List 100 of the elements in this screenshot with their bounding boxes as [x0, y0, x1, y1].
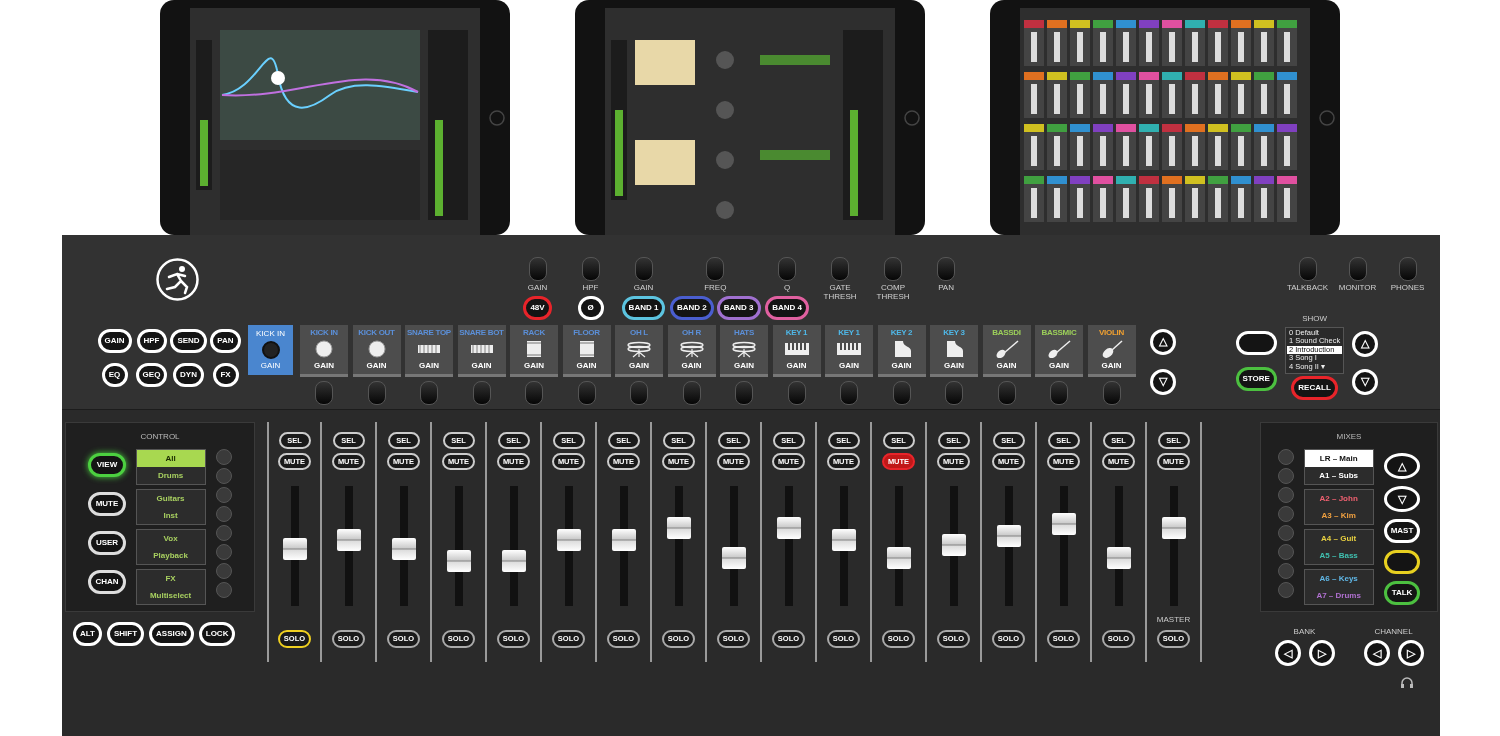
control-button[interactable]: USER	[88, 531, 126, 555]
select-button[interactable]	[1277, 468, 1294, 484]
select-button[interactable]	[1277, 582, 1294, 598]
knob-function-button[interactable]: Ø	[577, 295, 604, 320]
function-button[interactable]: GAIN	[97, 328, 132, 353]
rotary-knob[interactable]	[892, 380, 911, 405]
rotary-knob[interactable]	[528, 257, 547, 281]
select-button[interactable]	[215, 487, 232, 503]
store-button[interactable]: STORE	[1235, 366, 1277, 391]
function-button[interactable]: SEND	[170, 328, 207, 353]
rotary-knob[interactable]	[997, 380, 1016, 405]
select-button[interactable]	[1277, 449, 1294, 465]
function-button[interactable]	[1383, 550, 1421, 574]
control-button[interactable]: VIEW	[88, 453, 126, 477]
down-button[interactable]: ▽	[1149, 368, 1176, 395]
rotary-knob[interactable]	[630, 380, 648, 405]
select-button[interactable]	[215, 468, 232, 484]
select-button[interactable]	[215, 449, 232, 465]
mix-item[interactable]: A6 – Keys	[1304, 570, 1373, 587]
up-button[interactable]: △	[1149, 328, 1176, 355]
knob-function-button[interactable]: 48V	[523, 295, 552, 320]
fader-cap[interactable]	[501, 550, 526, 573]
rotary-knob[interactable]	[1298, 257, 1317, 281]
knob-function-button[interactable]: BAND 4	[765, 295, 809, 320]
control-button[interactable]: MUTE	[88, 492, 126, 516]
mix-item[interactable]: LR – Main	[1304, 450, 1373, 467]
mix-button[interactable]: ▽	[1383, 486, 1421, 512]
select-button[interactable]	[1277, 525, 1294, 541]
fader-cap[interactable]	[1106, 546, 1131, 569]
mix-button[interactable]: MAST	[1383, 519, 1421, 543]
group-item[interactable]: Inst	[136, 507, 205, 524]
fader-cap[interactable]	[1051, 512, 1076, 535]
function-button[interactable]: DYN	[173, 362, 204, 387]
rotary-knob[interactable]	[367, 380, 386, 405]
rotary-knob[interactable]	[1050, 380, 1068, 405]
mix-item[interactable]: A1 – Subs	[1304, 467, 1373, 484]
select-button[interactable]	[215, 582, 232, 598]
rotary-knob[interactable]	[840, 380, 858, 405]
function-button[interactable]: EQ	[101, 362, 128, 387]
rotary-knob[interactable]	[787, 380, 806, 405]
show-button[interactable]	[1235, 330, 1277, 355]
function-button[interactable]: FX	[212, 362, 239, 387]
rotary-knob[interactable]	[420, 380, 438, 405]
up-button[interactable]: △	[1352, 330, 1379, 357]
group-item[interactable]: Vox	[136, 530, 205, 547]
function-button[interactable]: GEQ	[135, 362, 168, 387]
rotary-knob[interactable]	[577, 380, 596, 405]
fader-cap[interactable]	[282, 537, 307, 560]
rotary-knob[interactable]	[937, 257, 956, 281]
rotary-knob[interactable]	[1102, 380, 1121, 405]
rotary-knob[interactable]	[1348, 257, 1367, 281]
left-button[interactable]: ◁	[1274, 640, 1301, 666]
fader-cap[interactable]	[336, 529, 361, 552]
fader-cap[interactable]	[886, 546, 911, 569]
group-item[interactable]: Playback	[136, 547, 205, 564]
control-button[interactable]: CHAN	[88, 570, 126, 594]
rotary-knob[interactable]	[315, 380, 333, 405]
fader-cap[interactable]	[446, 550, 471, 573]
rotary-knob[interactable]	[884, 257, 903, 281]
rotary-knob[interactable]	[1398, 257, 1417, 281]
rotary-knob[interactable]	[778, 257, 797, 281]
function-button[interactable]: ALT	[73, 622, 102, 646]
select-button[interactable]	[215, 525, 232, 541]
rotary-knob[interactable]	[735, 380, 753, 405]
left-button[interactable]: ◁	[1363, 640, 1390, 666]
rotary-knob[interactable]	[945, 380, 963, 405]
select-button[interactable]	[215, 563, 232, 579]
mix-item[interactable]: A4 – Guit	[1304, 530, 1373, 547]
fader-cap[interactable]	[611, 529, 636, 552]
rotary-knob[interactable]	[472, 380, 491, 405]
select-button[interactable]	[1277, 506, 1294, 522]
select-button[interactable]	[215, 506, 232, 522]
rotary-knob[interactable]	[831, 257, 850, 281]
fader-cap[interactable]	[721, 546, 746, 569]
mix-button[interactable]: TALK	[1383, 581, 1421, 605]
group-item[interactable]: Guitars	[136, 490, 205, 507]
function-button[interactable]: PAN	[210, 328, 241, 353]
function-button[interactable]: LOCK	[198, 622, 236, 646]
knob-function-button[interactable]: BAND 1	[621, 295, 666, 320]
function-button[interactable]: HPF	[136, 328, 167, 353]
rotary-knob[interactable]	[634, 257, 653, 281]
mix-item[interactable]: A7 – Drums	[1304, 587, 1373, 604]
group-item[interactable]: All	[136, 450, 205, 467]
fader-cap[interactable]	[831, 529, 856, 552]
rotary-knob[interactable]	[682, 380, 701, 405]
down-button[interactable]: ▽	[1352, 368, 1379, 395]
mix-item[interactable]: A3 – Kim	[1304, 507, 1373, 524]
rotary-knob[interactable]	[581, 257, 600, 281]
fader-cap[interactable]	[776, 516, 801, 539]
function-button[interactable]: ASSIGN	[149, 622, 194, 646]
rotary-knob[interactable]	[706, 257, 725, 281]
select-button[interactable]	[215, 544, 232, 560]
function-button[interactable]: SHIFT	[106, 622, 145, 646]
fader-cap[interactable]	[556, 529, 581, 552]
group-item[interactable]: Drums	[136, 467, 205, 484]
right-button[interactable]: ▷	[1308, 640, 1335, 666]
fader-cap[interactable]	[941, 534, 966, 557]
fader-cap[interactable]	[996, 525, 1021, 548]
group-item[interactable]: Multiselect	[136, 587, 205, 604]
group-item[interactable]: FX	[136, 570, 205, 587]
